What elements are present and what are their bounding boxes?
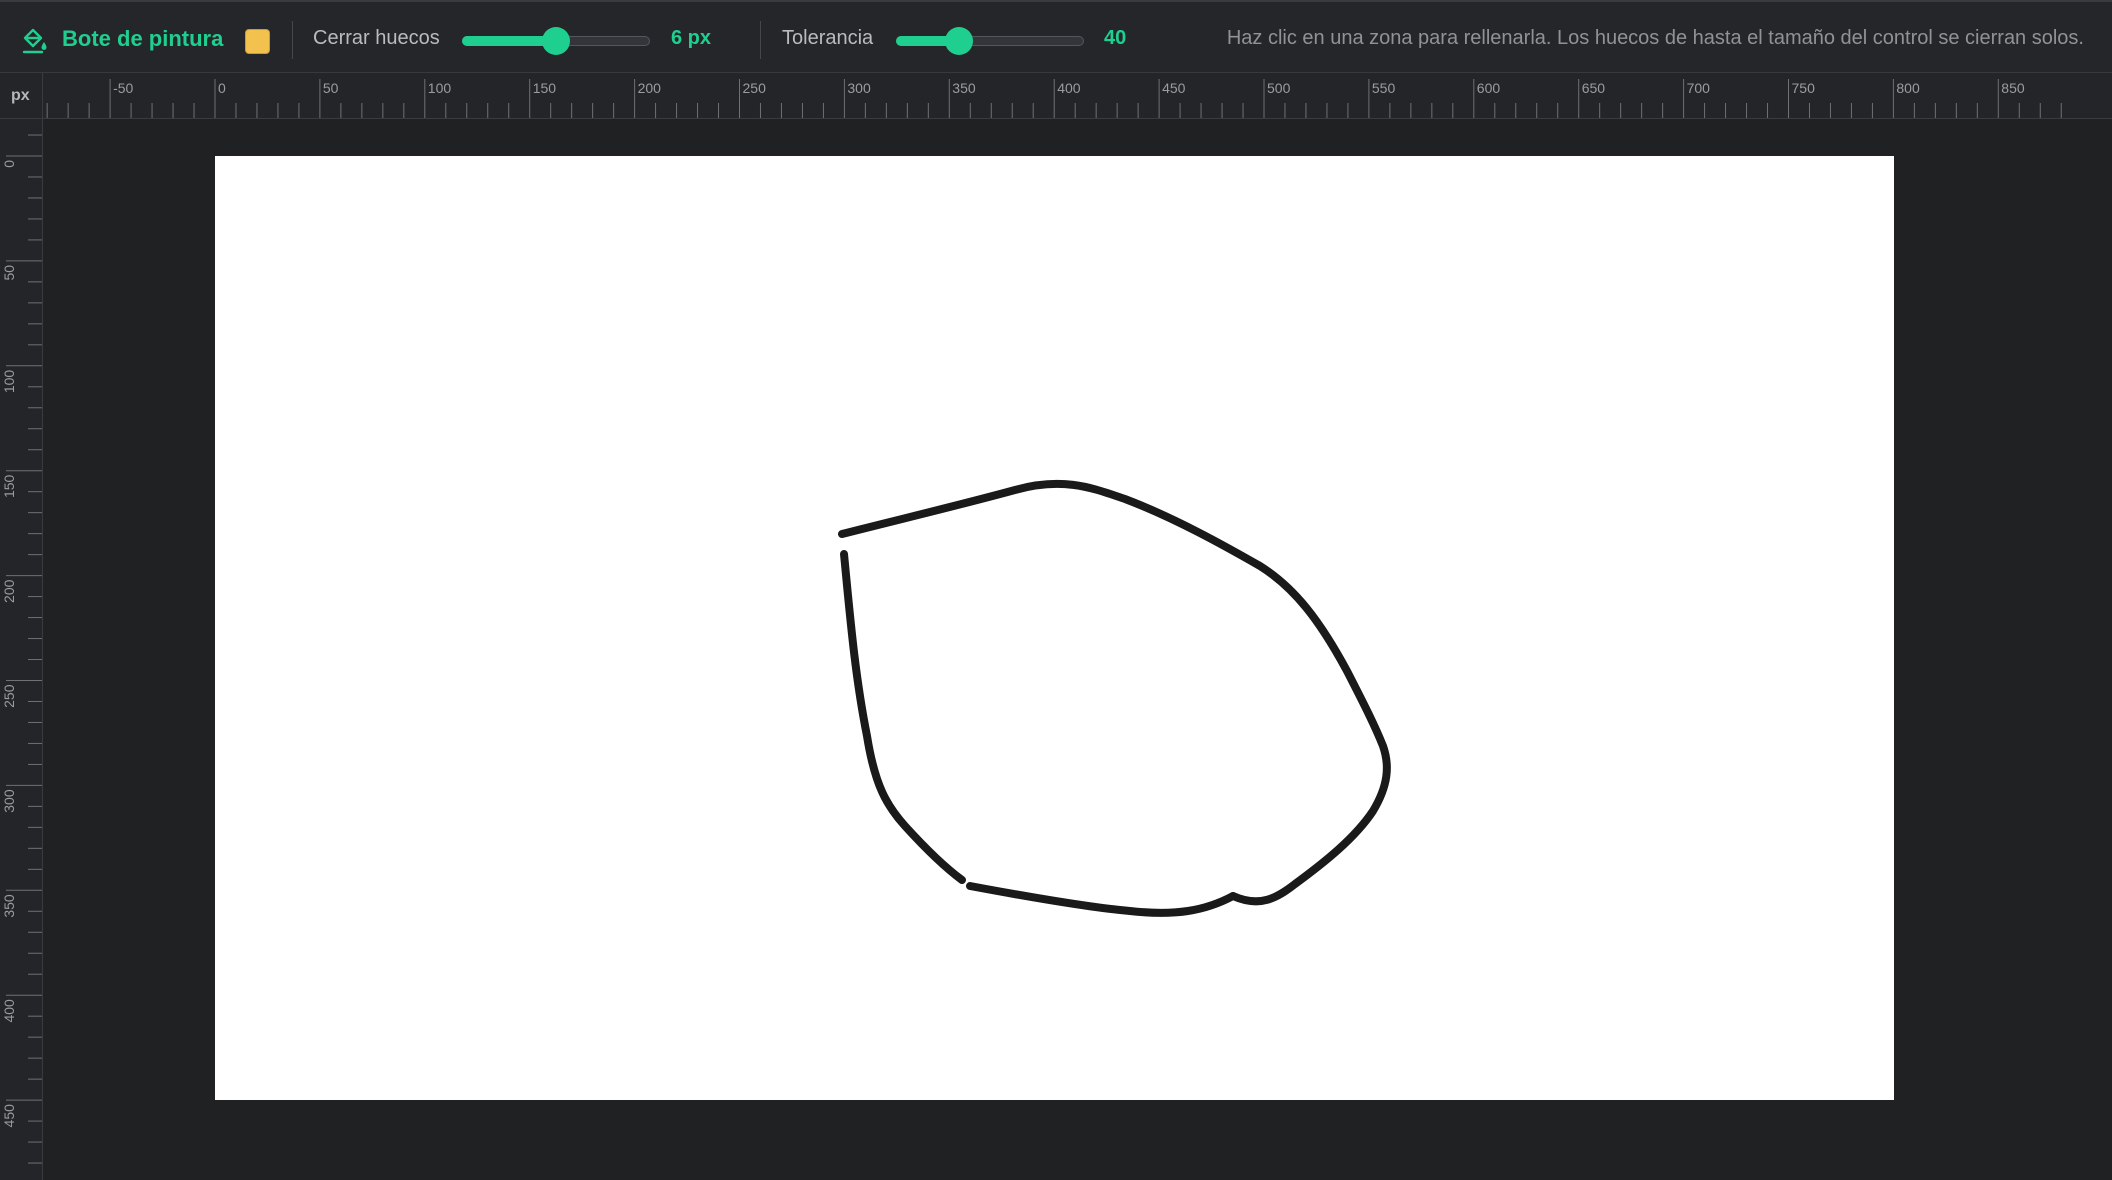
ruler-v-label: 450: [1, 1104, 17, 1128]
gap-close-slider-thumb[interactable]: [542, 27, 570, 55]
ruler-h-label: 750: [1792, 80, 1816, 96]
ruler-unit-label: px: [11, 87, 30, 104]
toolbar: Bote de pintura Cerrar huecos 6 px Toler…: [0, 0, 2112, 73]
gap-close-slider[interactable]: [462, 27, 652, 55]
drawn-stroke-top: [838, 479, 1391, 906]
ruler-h-label: 200: [638, 80, 662, 96]
fill-color-swatch[interactable]: [245, 29, 270, 54]
ruler-v-label: 250: [1, 684, 17, 708]
ruler-h-label: -50: [113, 80, 133, 96]
ruler-corner: px: [0, 73, 43, 119]
gap-close-label: Cerrar huecos: [313, 27, 440, 49]
ruler-h-label: 700: [1687, 80, 1711, 96]
drawn-stroke-bottom: [966, 882, 1237, 917]
ruler-h-label: 500: [1267, 80, 1291, 96]
ruler-v-label: 150: [1, 474, 17, 498]
ruler-h-label: 450: [1162, 80, 1186, 96]
tolerance-slider[interactable]: [896, 27, 1086, 55]
ruler-v-label: 400: [1, 999, 17, 1023]
tolerance-value: 40: [1104, 27, 1127, 49]
ruler-h-label: 50: [323, 80, 339, 96]
ruler-h-label: 550: [1372, 80, 1396, 96]
ruler-v-label: 0: [1, 160, 17, 168]
horizontal-ruler[interactable]: -50 0 50 100 150 200 250 300 350 400 450 500 550 600 6…: [43, 73, 2112, 119]
ruler-h-label: 400: [1057, 80, 1081, 96]
hint-text: Haz clic en una zona para rellenarla. Lo…: [1226, 27, 2084, 49]
drawn-stroke-left: [840, 550, 966, 884]
ruler-h-label: 250: [743, 80, 767, 96]
tool-name: Bote de pintura: [62, 26, 224, 51]
ruler-h-label: 800: [1896, 80, 1920, 96]
ruler-h-label: 100: [428, 80, 452, 96]
gap-close-value: 6 px: [671, 27, 712, 49]
ruler-v-label: 50: [1, 265, 17, 281]
ruler-h-label: 0: [218, 80, 226, 96]
vertical-ruler[interactable]: 0 50 100 150 200 250 300 350 400 450: [0, 119, 43, 1180]
paint-bucket-icon[interactable]: [22, 27, 50, 55]
ruler-h-label: 650: [1582, 80, 1606, 96]
ruler-v-label: 300: [1, 789, 17, 813]
ruler-h-label: 600: [1477, 80, 1501, 96]
tolerance-slider-thumb[interactable]: [945, 27, 973, 55]
ruler-v-label: 350: [1, 894, 17, 918]
ruler-h-label: 150: [533, 80, 557, 96]
ruler-v-label: 200: [1, 579, 17, 603]
tolerance-label: Tolerancia: [782, 27, 874, 49]
ruler-h-label: 300: [847, 80, 871, 96]
ruler-h-label: 350: [952, 80, 976, 96]
drawing-canvas[interactable]: [215, 156, 1894, 1100]
ruler-h-label: 850: [2001, 80, 2025, 96]
toolbar-divider: [760, 21, 761, 59]
toolbar-divider: [292, 21, 293, 59]
ruler-v-label: 100: [1, 370, 17, 394]
